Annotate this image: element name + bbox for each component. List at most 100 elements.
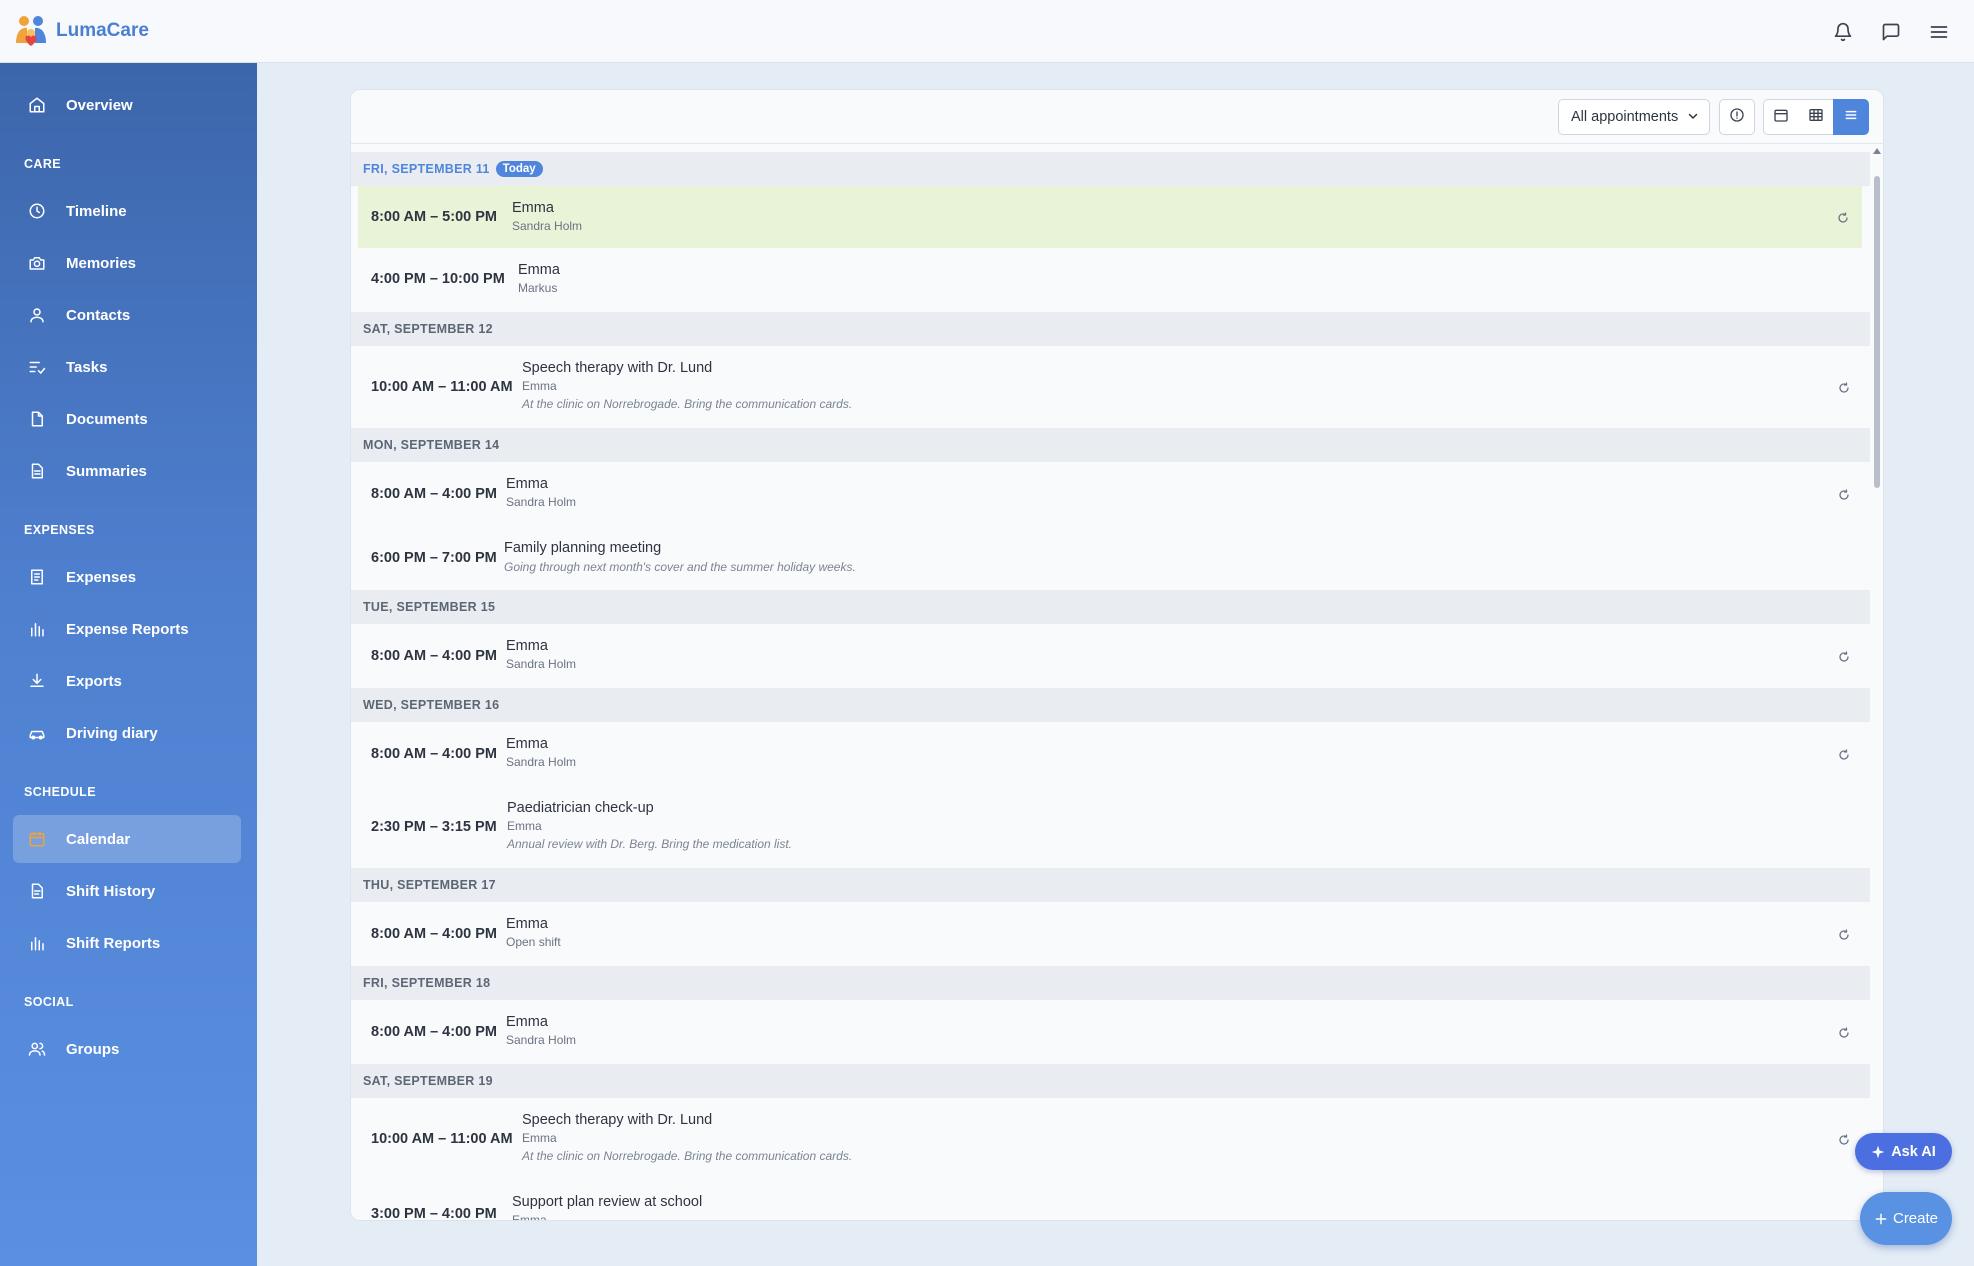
event-info: Emma Sandra Holm xyxy=(506,476,576,509)
create-button[interactable]: Create xyxy=(1860,1192,1952,1245)
event-assignee: Sandra Holm xyxy=(512,219,583,233)
user-icon xyxy=(27,305,47,325)
clock-icon xyxy=(27,201,47,221)
sidebar-item-documents[interactable]: Documents xyxy=(13,395,241,443)
sidebar-item-driving-diary[interactable]: Driving diary xyxy=(13,709,241,757)
sidebar-item-label: Driving diary xyxy=(66,724,158,742)
appointment-filter-select[interactable]: All appointments xyxy=(1558,99,1710,135)
sidebar-item-groups[interactable]: Groups xyxy=(13,1025,241,1073)
event-title: Emma xyxy=(506,1014,548,1030)
event-time: 8:00 AM – 4:00 PM xyxy=(371,926,497,942)
event-time: 8:00 AM – 5:00 PM xyxy=(371,209,497,225)
recurring-icon xyxy=(1838,1133,1850,1145)
day-label: FRI, SEPTEMBER 18 xyxy=(363,976,491,990)
event-time: 10:00 AM – 11:00 AM xyxy=(371,379,513,395)
home-icon xyxy=(27,95,47,115)
top-bar: LumaCare xyxy=(0,0,1974,63)
bell-icon[interactable] xyxy=(1830,19,1856,45)
event-assignee: Emma xyxy=(522,379,557,393)
event-row[interactable]: 3:00 PM – 4:00 PM Support plan review at… xyxy=(351,1180,1870,1221)
event-title: Emma xyxy=(506,916,548,932)
event-time: 8:00 AM – 4:00 PM xyxy=(371,1024,497,1040)
grid-view-button[interactable] xyxy=(1798,99,1834,135)
sidebar-item-tasks[interactable]: Tasks xyxy=(13,343,241,391)
event-info: Family planning meeting Going through ne… xyxy=(504,540,856,574)
event-assignee: Emma xyxy=(512,1213,547,1221)
event-title: Paediatrician check-up xyxy=(507,800,654,816)
event-row[interactable]: 8:00 AM – 4:00 PM Emma Sandra Holm xyxy=(351,722,1870,786)
chevron-down-icon xyxy=(1687,110,1699,126)
sidebar-item-shift-history[interactable]: Shift History xyxy=(13,867,241,915)
sidebar-item-label: Expenses xyxy=(66,568,137,586)
sidebar-item-exports[interactable]: Exports xyxy=(13,657,241,705)
day-header: FRI, SEPTEMBER 18 xyxy=(351,966,1870,1000)
menu-icon[interactable] xyxy=(1926,19,1952,45)
app-name: LumaCare xyxy=(56,20,149,41)
event-row[interactable]: 10:00 AM – 11:00 AM Speech therapy with … xyxy=(351,1098,1870,1180)
agenda-scrollbar[interactable] xyxy=(1871,148,1883,1220)
sidebar-item-shift-reports[interactable]: Shift Reports xyxy=(13,919,241,967)
event-row[interactable]: 8:00 AM – 5:00 PM Emma Sandra Holm xyxy=(358,186,1862,248)
event-assignee: Emma xyxy=(522,1131,557,1145)
event-row[interactable]: 4:00 PM – 10:00 PM Emma Markus xyxy=(351,248,1870,310)
event-row[interactable]: 8:00 AM – 4:00 PM Emma Sandra Holm xyxy=(351,462,1870,526)
sidebar-item-label: Groups xyxy=(66,1040,120,1058)
scroll-up-arrow-icon[interactable] xyxy=(1873,148,1881,154)
brand[interactable]: LumaCare xyxy=(13,13,149,49)
sidebar-item-calendar[interactable]: Calendar xyxy=(13,815,241,863)
info-button[interactable] xyxy=(1719,99,1755,135)
today-badge: Today xyxy=(495,161,543,177)
sidebar-item-expense-reports[interactable]: Expense Reports xyxy=(13,605,241,653)
event-row[interactable]: 8:00 AM – 4:00 PM Emma Sandra Holm xyxy=(351,624,1870,688)
list-view-button[interactable] xyxy=(1833,99,1869,135)
event-row[interactable]: 10:00 AM – 11:00 AM Speech therapy with … xyxy=(351,346,1870,428)
event-row[interactable]: 6:00 PM – 7:00 PM Family planning meetin… xyxy=(351,526,1870,590)
filter-value: All appointments xyxy=(1571,109,1679,125)
sidebar-item-contacts[interactable]: Contacts xyxy=(13,291,241,339)
camera-icon xyxy=(27,253,47,273)
car-icon xyxy=(27,723,47,743)
agenda-list[interactable]: FRI, SEPTEMBER 11 Today 8:00 AM – 5:00 P… xyxy=(351,152,1870,1221)
day-header: SAT, SEPTEMBER 12 xyxy=(351,312,1870,346)
month-view-button[interactable] xyxy=(1763,99,1799,135)
ask-ai-button[interactable]: Ask AI xyxy=(1855,1133,1952,1170)
event-time: 4:00 PM – 10:00 PM xyxy=(371,271,505,287)
sidebar-item-expenses[interactable]: Expenses xyxy=(13,553,241,601)
calendar-panel: All appointments FRI, SEPTEMBER 11 Today… xyxy=(350,89,1884,1221)
sidebar-item-label: Summaries xyxy=(66,462,147,480)
event-info: Emma Markus xyxy=(518,262,560,295)
event-info: Emma Open shift xyxy=(506,916,561,949)
info-icon xyxy=(1729,107,1745,128)
event-title: Emma xyxy=(512,200,554,216)
event-info: Emma Sandra Holm xyxy=(506,736,576,769)
event-note: Going through next month's cover and the… xyxy=(504,560,856,574)
event-note: Annual review with Dr. Berg. Bring the m… xyxy=(507,837,793,851)
event-info: Emma Sandra Holm xyxy=(506,638,576,671)
plus-icon xyxy=(1874,1212,1888,1226)
sidebar-item-memories[interactable]: Memories xyxy=(13,239,241,287)
sidebar-item-label: Contacts xyxy=(66,306,131,324)
document-icon xyxy=(27,409,47,429)
event-info: Support plan review at school Emma xyxy=(512,1194,702,1221)
checklist-icon xyxy=(27,357,47,377)
day-header: SAT, SEPTEMBER 19 xyxy=(351,1064,1870,1098)
sidebar-item-timeline[interactable]: Timeline xyxy=(13,187,241,235)
event-assignee: Emma xyxy=(507,819,542,833)
event-title: Speech therapy with Dr. Lund xyxy=(522,360,713,376)
event-row[interactable]: 2:30 PM – 3:15 PM Paediatrician check-up… xyxy=(351,786,1870,868)
list-icon xyxy=(1843,107,1859,128)
sidebar-item-label: Tasks xyxy=(66,358,108,376)
sidebar-item-label: Overview xyxy=(66,96,133,114)
day-label: TUE, SEPTEMBER 15 xyxy=(363,600,496,614)
event-assignee: Markus xyxy=(518,281,558,295)
day-header: TUE, SEPTEMBER 15 xyxy=(351,590,1870,624)
day-header: THU, SEPTEMBER 17 xyxy=(351,868,1870,902)
sidebar-item-summaries[interactable]: Summaries xyxy=(13,447,241,495)
chat-icon[interactable] xyxy=(1878,19,1904,45)
scrollbar-thumb[interactable] xyxy=(1874,176,1880,488)
sidebar: Overview CARE Timeline Memories Contacts… xyxy=(0,63,257,1266)
event-row[interactable]: 8:00 AM – 4:00 PM Emma Open shift xyxy=(351,902,1870,966)
receipt-icon xyxy=(27,567,47,587)
event-row[interactable]: 8:00 AM – 4:00 PM Emma Sandra Holm xyxy=(351,1000,1870,1064)
sidebar-item-overview[interactable]: Overview xyxy=(13,81,241,129)
